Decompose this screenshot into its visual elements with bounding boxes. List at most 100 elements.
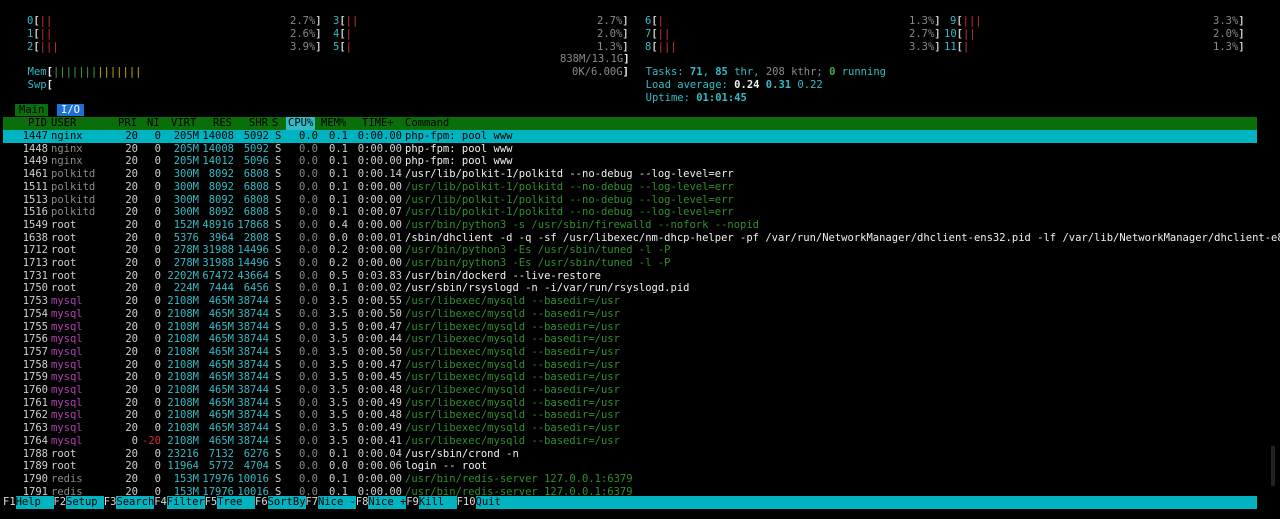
fkey-label-f10[interactable]: Quit xyxy=(475,496,1257,509)
col-virt[interactable]: VIRT xyxy=(171,117,196,130)
cell-mem: 3.5 xyxy=(329,345,348,358)
fkey-f8[interactable]: F8 xyxy=(356,496,369,509)
process-row[interactable]: 1447 nginx 20 0 205M 14008 5092 S 0.0 0.1 0:00.00 p… xyxy=(3,130,1257,143)
process-row[interactable]: 1731 root 20 0 2202M 67472 43664 S 0.0 0.5 0:03.83… xyxy=(3,270,1257,283)
fkey-label-f7[interactable]: Nice - xyxy=(318,496,356,509)
fkey-label-f2[interactable]: Setup xyxy=(66,496,104,509)
col-pid[interactable]: PID xyxy=(28,117,47,130)
process-row[interactable]: 1638 root 20 0 5376 3964 2808 S 0.0 0.0 0:00.01/sb… xyxy=(3,232,1280,245)
fkey-label-f8[interactable]: Nice + xyxy=(368,496,407,509)
cell-res: 465M xyxy=(208,295,234,308)
col-time[interactable]: TIME+ xyxy=(362,117,394,130)
process-row[interactable]: 1755 mysql 20 0 2108M 465M 38744 S 0.0 3.5 0:00.47… xyxy=(3,321,1257,334)
cell-pri: 20 xyxy=(125,472,138,485)
process-row[interactable]: 1764 mysql 0 -20 2108M 465M 38744 S 0.0 3.5 0:00.4… xyxy=(3,435,1257,448)
process-row[interactable]: 1757 mysql 20 0 2108M 465M 38744 S 0.0 3.5 0:00.50… xyxy=(3,346,1257,359)
cell-mem: 0.1 xyxy=(329,447,348,460)
cell-ni: 0 xyxy=(154,460,161,473)
process-row[interactable]: 1712 root 20 0 278M 31988 14496 S 0.0 0.2 0:00.00/… xyxy=(3,244,1257,257)
fkey-f3[interactable]: F3 xyxy=(104,496,117,509)
cell-virt: 2108M xyxy=(167,358,199,371)
cell-shr: 38744 xyxy=(237,384,269,396)
fkey-f9[interactable]: F9 xyxy=(406,496,419,509)
cell-pri: 20 xyxy=(125,409,138,422)
process-row[interactable]: 1761 mysql 20 0 2108M 465M 38744 S 0.0 3.5 0:00.49… xyxy=(3,397,1257,410)
process-row[interactable]: 1713 root 20 0 278M 31988 14496 S 0.0 0.2 0:00.00/… xyxy=(3,257,1257,270)
cell-pri: 20 xyxy=(125,130,138,142)
col-user[interactable]: USER xyxy=(51,117,76,130)
tab-io[interactable]: I/O xyxy=(57,104,84,116)
process-row[interactable]: 1763 mysql 20 0 2108M 465M 38744 S 0.0 3.5 0:00.49… xyxy=(3,422,1257,435)
process-row[interactable]: 1461 polkitd 20 0 300M 8092 6808 S 0.0 0.1 0:00.14… xyxy=(3,168,1257,181)
cell-user: root xyxy=(51,244,77,257)
fkey-f2[interactable]: F2 xyxy=(53,496,66,509)
fkey-label-f6[interactable]: SortBy xyxy=(267,496,306,509)
cell-shr: 38744 xyxy=(237,345,269,358)
col-res[interactable]: RES xyxy=(213,117,232,130)
fkey-f6[interactable]: F6 xyxy=(255,496,268,509)
col-shr[interactable]: SHR xyxy=(249,117,268,130)
cpu-meter-2: 2[||| xyxy=(27,41,59,53)
process-row[interactable]: 1448 nginx 20 0 205M 14008 5092 S 0.0 0.1 0:00.00 p… xyxy=(3,143,1257,156)
process-row[interactable]: 1513 polkitd 20 0 300M 8092 6808 S 0.0 0.1 0:00.00… xyxy=(3,194,1257,207)
cell-cmd: /usr/libexec/mysqld --basedir=/usr xyxy=(405,345,620,358)
cell-time: 0:00.49 xyxy=(357,422,402,435)
process-row[interactable]: 1789 root 20 0 11964 5772 4704 S 0.0 0.0 0:00.06 lo… xyxy=(3,460,1257,473)
process-row[interactable]: 1758 mysql 20 0 2108M 465M 38744 S 0.0 3.5 0:00.47… xyxy=(3,359,1257,372)
fkey-label-f3[interactable]: Search xyxy=(116,496,155,509)
col-s[interactable]: S xyxy=(272,117,278,130)
swap-meter: Swp[ xyxy=(27,78,53,91)
process-row[interactable]: 1790 redis 20 0 153M 17976 10016 S 0.0 0.1 0:00.00… xyxy=(3,473,1257,486)
cell-s: S xyxy=(275,168,282,181)
col-mem[interactable]: MEM% xyxy=(321,117,346,130)
cell-pri: 0 xyxy=(131,434,138,447)
process-row[interactable]: 1549 root 20 0 152M 48916 17868 S 0.0 0.4 0:00.00/… xyxy=(3,219,1257,232)
cell-mem: 0.1 xyxy=(329,168,348,181)
process-row[interactable]: 1762 mysql 20 0 2108M 465M 38744 S 0.0 3.5 0:00.48… xyxy=(3,409,1257,422)
cell-pid: 1713 xyxy=(22,257,48,269)
process-row[interactable]: 1449 nginx 20 0 205M 14012 5096 S 0.0 0.1 0:00.00 p… xyxy=(3,155,1257,168)
fkey-label-f5[interactable]: Tree xyxy=(217,496,256,509)
cell-cpu: 0.0 xyxy=(299,460,318,473)
cell-cpu: 0.0 xyxy=(299,168,318,181)
col-cpu-sorted[interactable]: CPU% xyxy=(286,117,316,130)
cell-pid: 1448 xyxy=(22,142,48,155)
fkey-f4[interactable]: F4 xyxy=(154,496,167,509)
cell-cpu: 0.0 xyxy=(299,218,318,231)
cell-user: mysql xyxy=(51,295,83,308)
fkey-f1[interactable]: F1 xyxy=(3,496,16,509)
process-row[interactable]: 1759 mysql 20 0 2108M 465M 38744 S 0.0 3.5 0:00.45… xyxy=(3,371,1257,384)
process-row[interactable]: 1754 mysql 20 0 2108M 465M 38744 S 0.0 3.5 0:00.50… xyxy=(3,308,1257,321)
fkey-label-f9[interactable]: Kill xyxy=(418,496,457,509)
col-pri[interactable]: PRI xyxy=(118,117,137,130)
cell-time: 0:00.44 xyxy=(357,333,402,346)
cell-user: polkitd xyxy=(51,180,96,193)
fkey-f10[interactable]: F10 xyxy=(457,496,476,509)
cell-mem: 3.5 xyxy=(329,371,348,384)
cell-cpu: 0.0 xyxy=(299,472,318,485)
fkey-f7[interactable]: F7 xyxy=(305,496,318,509)
cell-time: 0:00.49 xyxy=(357,396,402,409)
cell-user: root xyxy=(51,218,77,231)
cell-mem: 3.5 xyxy=(329,358,348,371)
process-row[interactable]: 1760 mysql 20 0 2108M 465M 38744 S 0.0 3.5 0:00.48… xyxy=(3,384,1257,397)
cell-virt: 2108M xyxy=(167,396,199,409)
process-row[interactable]: 1788 root 20 0 23216 7132 6276 S 0.0 0.1 0:00.04/u… xyxy=(3,448,1257,461)
col-command[interactable]: Command xyxy=(405,117,449,130)
process-row[interactable]: 1511 polkitd 20 0 300M 8092 6808 S 0.0 0.1 0:00.00… xyxy=(3,181,1257,194)
cell-shr: 38744 xyxy=(237,358,269,371)
fkey-label-f4[interactable]: Filter xyxy=(166,496,205,509)
cell-pid: 1753 xyxy=(22,295,48,308)
process-row[interactable]: 1756 mysql 20 0 2108M 465M 38744 S 0.0 3.5 0:00.44… xyxy=(3,333,1257,346)
cell-s: S xyxy=(275,358,282,371)
process-row[interactable]: 1516 polkitd 20 0 300M 8092 6808 S 0.0 0.1 0:00.07… xyxy=(3,206,1257,219)
process-row[interactable]: 1753 mysql 20 0 2108M 465M 38744 S 0.0 3.5 0:00.55… xyxy=(3,295,1257,308)
fkey-label-f1[interactable]: Help xyxy=(15,496,54,509)
fkey-f5[interactable]: F5 xyxy=(205,496,218,509)
scrollbar[interactable] xyxy=(1271,446,1275,486)
process-row[interactable]: 1750 root 20 0 224M 7444 6456 S 0.0 0.1 0:00.02/us… xyxy=(3,282,1257,295)
cell-time: 0:00.00 xyxy=(357,155,402,168)
col-ni[interactable]: NI xyxy=(147,117,160,130)
cell-res: 5772 xyxy=(208,460,234,473)
tab-main[interactable]: Main xyxy=(15,104,49,116)
